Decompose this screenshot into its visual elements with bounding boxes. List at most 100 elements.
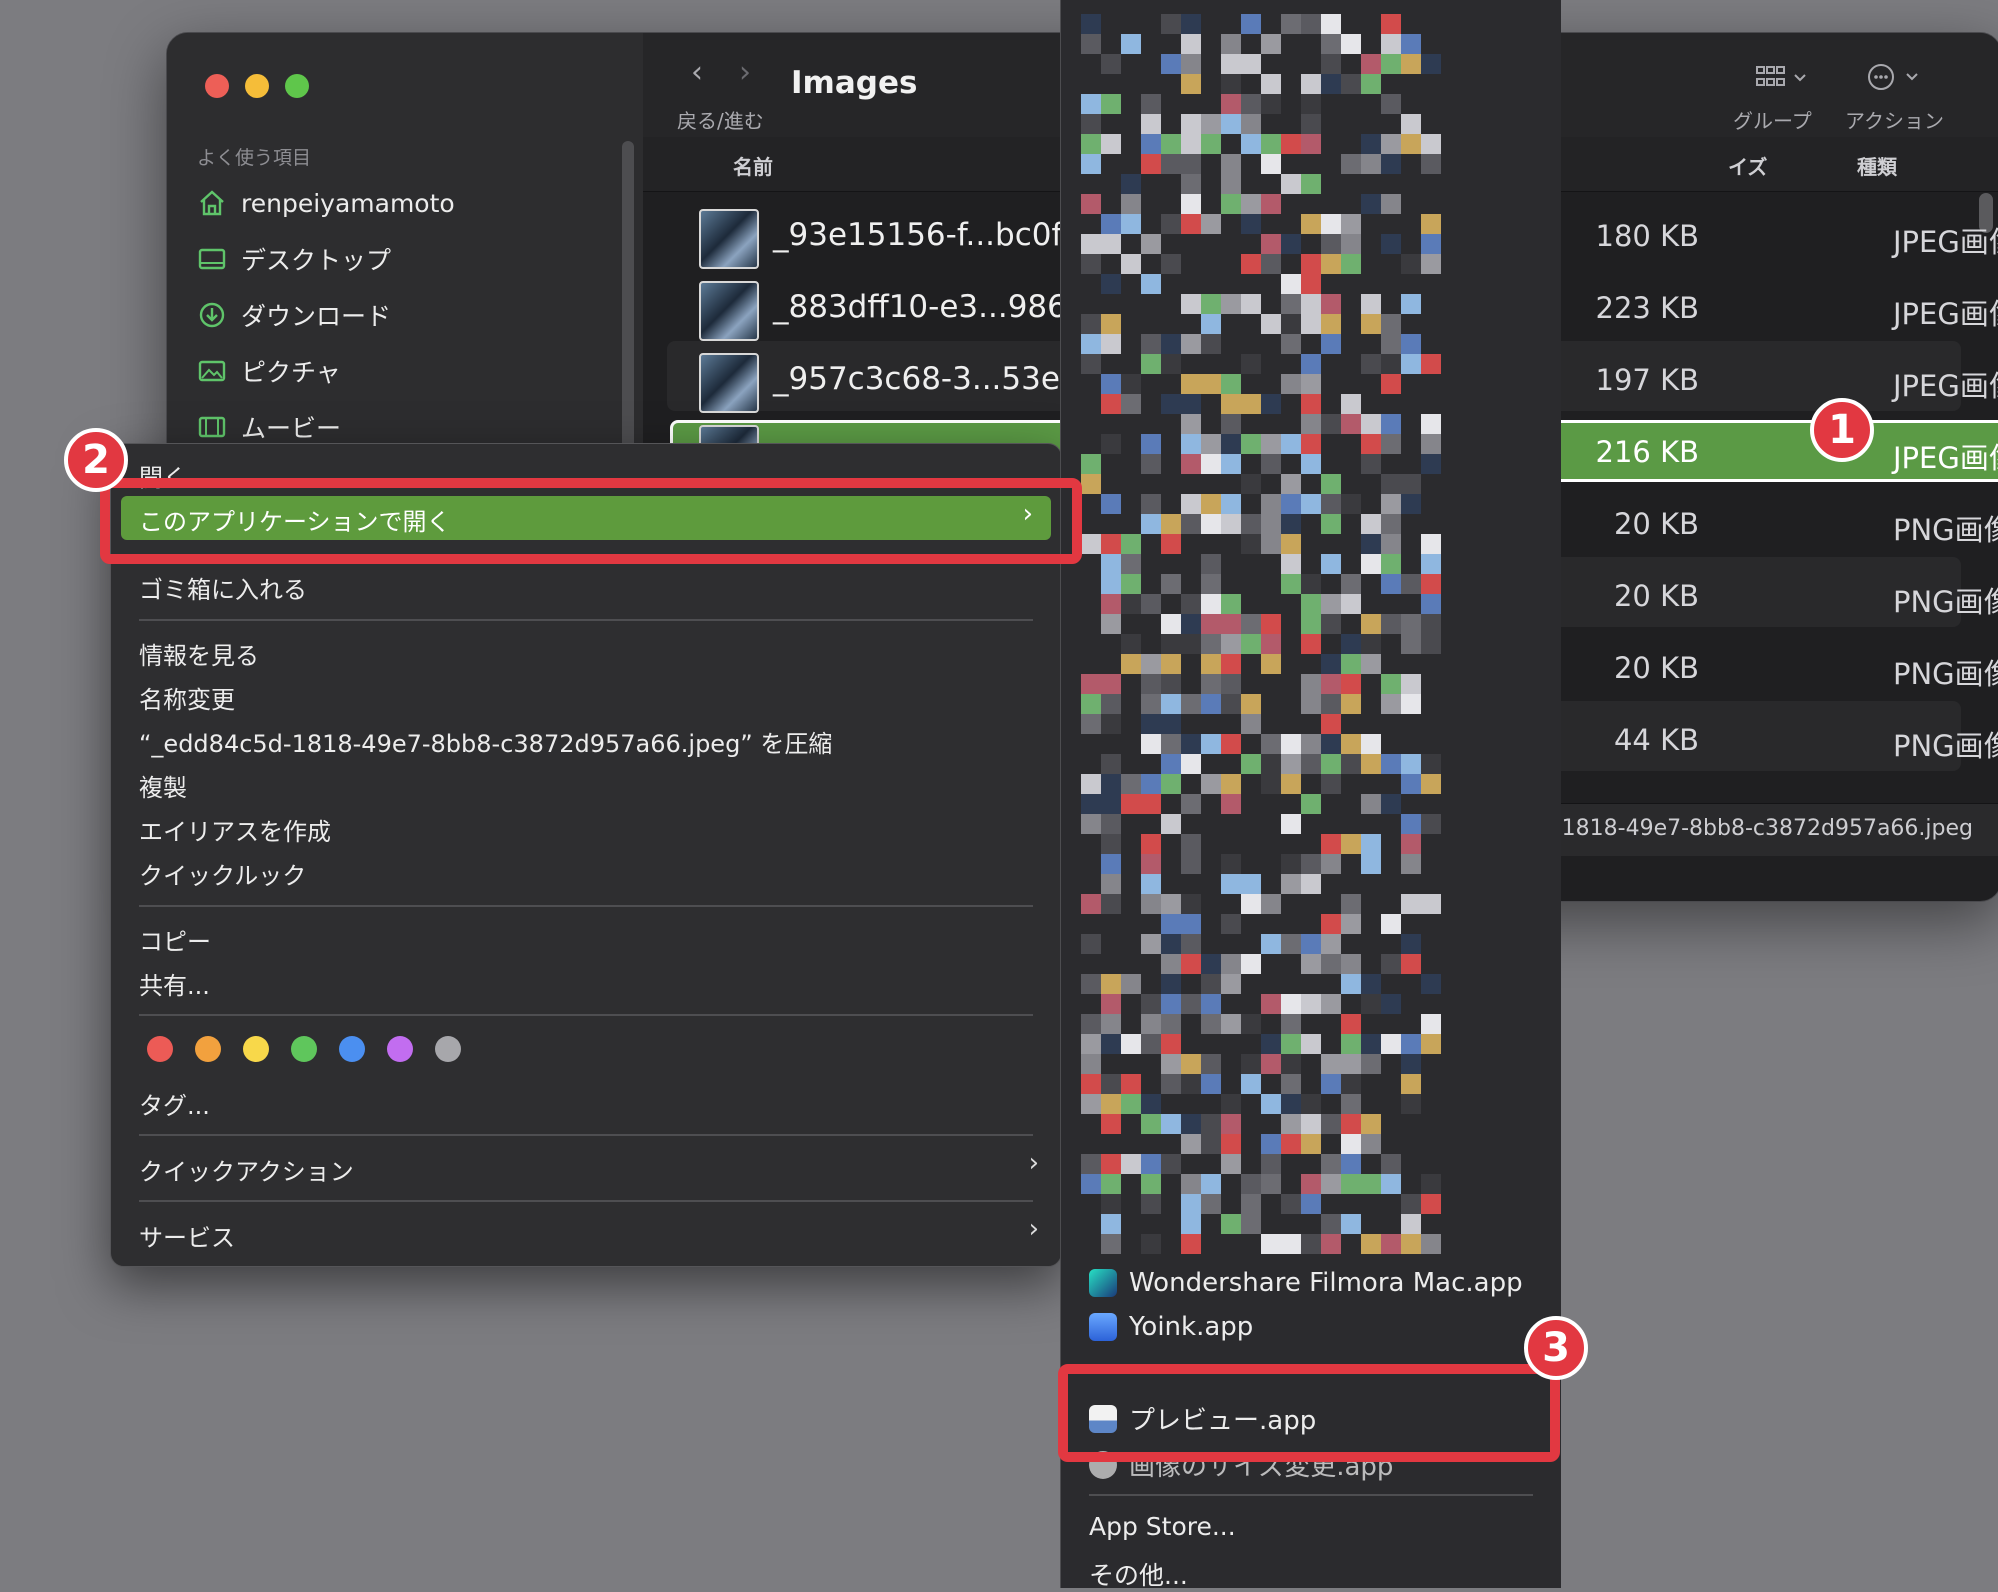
menu-item-share[interactable]: 共有... [139,966,210,1001]
pixel-block [1341,1054,1361,1074]
pixel-block [1181,834,1201,854]
pixel-block [1361,794,1381,814]
pixel-block [1281,1234,1301,1254]
pixel-block [1261,894,1281,914]
pixel-block [1421,454,1441,474]
pixel-block [1161,934,1181,954]
pixel-block [1341,74,1361,94]
menu-item-quick-look[interactable]: クイックルック [139,856,306,891]
pixel-block [1321,654,1341,674]
sidebar-item-desktop[interactable]: デスクトップ [197,239,391,279]
minimize-button[interactable] [245,74,269,98]
pixel-block [1401,1094,1421,1114]
pixel-block [1381,494,1401,514]
sidebar-item-label: ムービー [241,414,342,443]
pixel-block [1381,354,1401,374]
forward-button[interactable]: › [739,55,751,90]
close-button[interactable] [205,74,229,98]
pixel-block [1141,154,1161,174]
pixel-block [1181,794,1201,814]
pixel-block [1241,634,1261,654]
pixel-block [1281,934,1301,954]
column-size[interactable]: イズ [1728,151,1767,180]
menu-item-copy[interactable]: コピー [139,922,211,957]
menu-item-rename[interactable]: 名称変更 [139,680,235,715]
pixel-block [1261,934,1281,954]
menu-divider [1089,1494,1533,1496]
pixel-block [1181,174,1201,194]
pixel-block [1141,694,1161,714]
menu-item-services[interactable]: サービス [139,1218,235,1253]
menu-item-quick-actions[interactable]: クイックアクション [139,1152,354,1187]
tag-blue[interactable] [339,1036,365,1062]
pixel-block [1381,694,1401,714]
pixel-block [1221,614,1241,634]
pixel-block [1401,494,1421,514]
pixel-block [1261,314,1281,334]
pixel-block [1321,334,1341,354]
pixel-block [1161,614,1181,634]
pixel-block [1341,154,1361,174]
zoom-button[interactable] [285,74,309,98]
pixel-block [1221,434,1241,454]
sidebar-item-label: ピクチャ [241,358,341,387]
pixel-block [1161,714,1181,734]
pixel-block [1101,1114,1121,1134]
pixel-block [1181,14,1201,34]
pixel-block [1201,994,1221,1014]
pixel-block [1301,954,1321,974]
sidebar-item-home[interactable]: renpeiyamamoto [197,183,455,223]
pixel-block [1221,374,1241,394]
pixel-block [1121,34,1141,54]
menu-item-yoink[interactable]: Yoink.app [1089,1312,1253,1342]
sidebar-item-movies[interactable]: ムービー [197,407,341,447]
pixel-block [1221,1094,1241,1114]
pixel-block [1321,854,1341,874]
pixel-block [1401,814,1421,834]
tag-red[interactable] [147,1036,173,1062]
pixel-block [1081,94,1101,114]
pixel-block [1141,434,1161,454]
file-kind: JPEG画像 [1893,297,1998,331]
column-kind[interactable]: 種類 [1857,151,1897,180]
pixel-block [1181,954,1201,974]
tag-orange[interactable] [195,1036,221,1062]
action-icon[interactable] [1867,61,1927,97]
group-icon[interactable] [1755,63,1811,97]
tag-yellow[interactable] [243,1036,269,1062]
menu-item-filmora[interactable]: Wondershare Filmora Mac.app [1089,1268,1523,1298]
menu-item-trash[interactable]: ゴミ箱に入れる [139,570,307,605]
tag-gray[interactable] [435,1036,461,1062]
pixel-block [1401,1214,1421,1234]
pixel-block [1121,254,1141,274]
column-name[interactable]: 名前 [733,151,773,180]
pixel-block [1201,134,1221,154]
pixel-block [1401,954,1421,974]
sidebar-item-label: デスクトップ [241,246,392,275]
pixel-block [1081,1174,1101,1194]
pixel-block [1121,1154,1141,1174]
menu-item-other[interactable]: その他... [1089,1556,1188,1592]
menu-item-duplicate[interactable]: 複製 [139,768,187,803]
pixel-block [1161,574,1181,594]
pixel-block [1321,1114,1341,1134]
pixel-block [1241,1014,1261,1034]
pixel-block [1101,554,1121,574]
back-button[interactable]: ‹ [691,55,703,90]
menu-item-get-info[interactable]: 情報を見る [139,636,259,671]
pixel-block [1101,834,1121,854]
menu-item-make-alias[interactable]: エイリアスを作成 [139,812,331,847]
menu-item-app-store[interactable]: App Store... [1089,1512,1236,1541]
menu-item-compress[interactable]: “_edd84c5d-1818-49e7-8bb8-c3872d957a66.j… [139,724,832,759]
tag-green[interactable] [291,1036,317,1062]
pixel-block [1341,1014,1361,1034]
menu-item-tags[interactable]: タグ... [139,1086,210,1121]
sidebar-item-pictures[interactable]: ピクチャ [197,351,341,391]
file-kind: JPEG画像 [1893,369,1998,403]
pixel-block [1401,634,1421,654]
sidebar-item-downloads[interactable]: ダウンロード [197,295,391,335]
tag-purple[interactable] [387,1036,413,1062]
pixel-block [1121,1074,1141,1094]
pixel-block [1121,554,1141,574]
pixel-block [1381,14,1401,34]
